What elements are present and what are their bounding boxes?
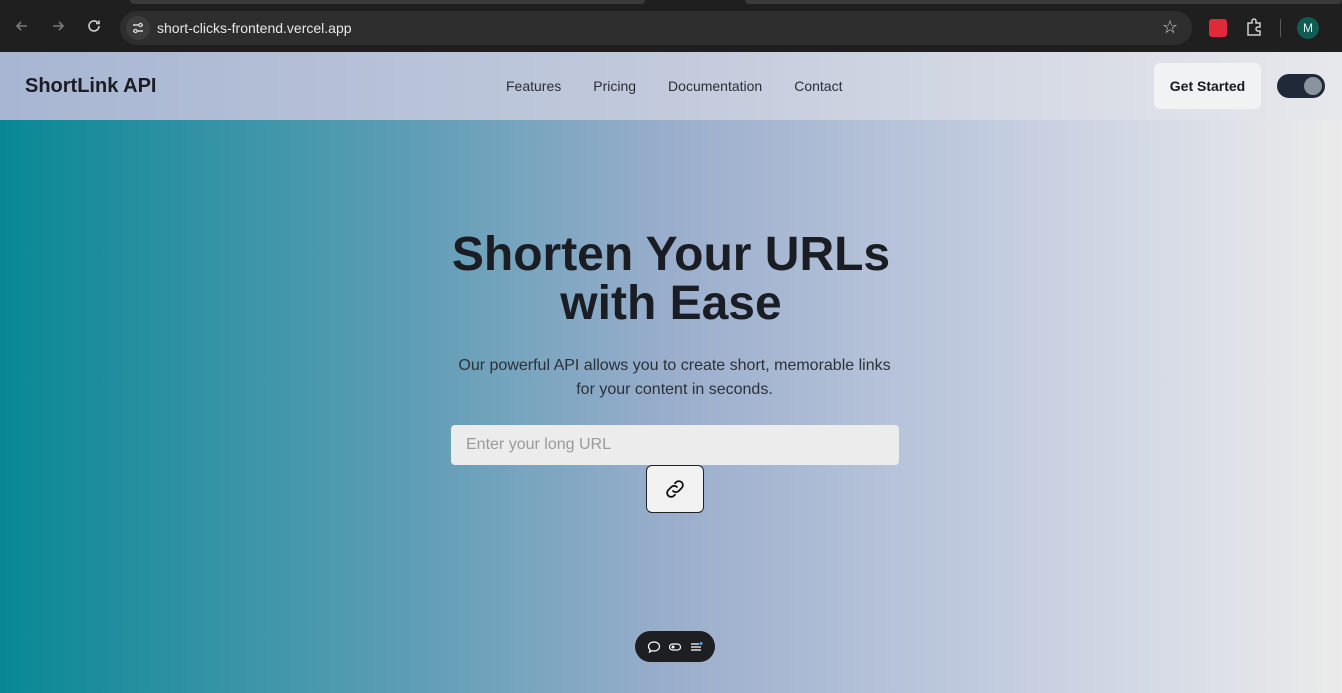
site-header: ShortLink API Features Pricing Documenta… — [0, 52, 1342, 120]
nav-contact[interactable]: Contact — [794, 78, 842, 94]
hero-title-line1: Shorten Your URLs — [451, 228, 891, 281]
hero-subtitle-line1: Our powerful API allows you to create sh… — [458, 357, 891, 374]
nav-features[interactable]: Features — [506, 78, 561, 94]
long-url-input[interactable] — [451, 425, 899, 465]
profile-avatar[interactable]: M — [1297, 17, 1319, 39]
nav-pricing[interactable]: Pricing — [593, 78, 636, 94]
toggle-icon[interactable] — [667, 639, 683, 655]
shorten-button[interactable] — [646, 465, 704, 513]
toolbar-divider — [1280, 19, 1281, 37]
tune-icon — [133, 22, 143, 34]
tab-left[interactable] — [130, 0, 645, 4]
theme-toggle[interactable] — [1277, 74, 1325, 98]
tab-strip — [0, 0, 1342, 4]
page: ShortLink API Features Pricing Documenta… — [0, 52, 1342, 693]
comment-icon[interactable] — [646, 639, 662, 655]
arrow-left-icon — [15, 21, 27, 31]
reload-button[interactable] — [84, 16, 104, 36]
reload-icon — [88, 20, 100, 32]
url-text[interactable]: short-clicks-frontend.vercel.app — [157, 20, 352, 36]
site-logo[interactable]: ShortLink API — [25, 75, 156, 98]
main-nav: Features Pricing Documentation Contact — [506, 78, 842, 94]
tab-right[interactable] — [745, 0, 1342, 4]
floating-toolbar — [635, 631, 715, 662]
browser-chrome: short-clicks-frontend.vercel.app ☆ M — [0, 0, 1342, 52]
arrow-right-icon — [53, 21, 65, 31]
back-button[interactable] — [12, 16, 32, 36]
extensions-puzzle-icon[interactable] — [1244, 17, 1264, 37]
hero-title: Shorten Your URLs with Ease — [371, 230, 971, 328]
site-info-button[interactable] — [126, 16, 150, 40]
nav-documentation[interactable]: Documentation — [668, 78, 762, 94]
hero-subtitle: Our powerful API allows you to create sh… — [451, 354, 898, 402]
menu-icon[interactable] — [688, 639, 704, 655]
link-icon — [666, 480, 684, 498]
toggle-knob — [1304, 77, 1322, 95]
forward-button[interactable] — [48, 16, 68, 36]
bookmark-star-icon[interactable]: ☆ — [1162, 17, 1178, 38]
extension-red-icon[interactable] — [1209, 19, 1227, 37]
get-started-button[interactable]: Get Started — [1154, 63, 1261, 109]
hero-subtitle-line2: for your content in seconds. — [576, 381, 773, 398]
hero-title-line2: with Ease — [560, 277, 782, 330]
address-bar[interactable]: short-clicks-frontend.vercel.app ☆ — [120, 11, 1192, 45]
